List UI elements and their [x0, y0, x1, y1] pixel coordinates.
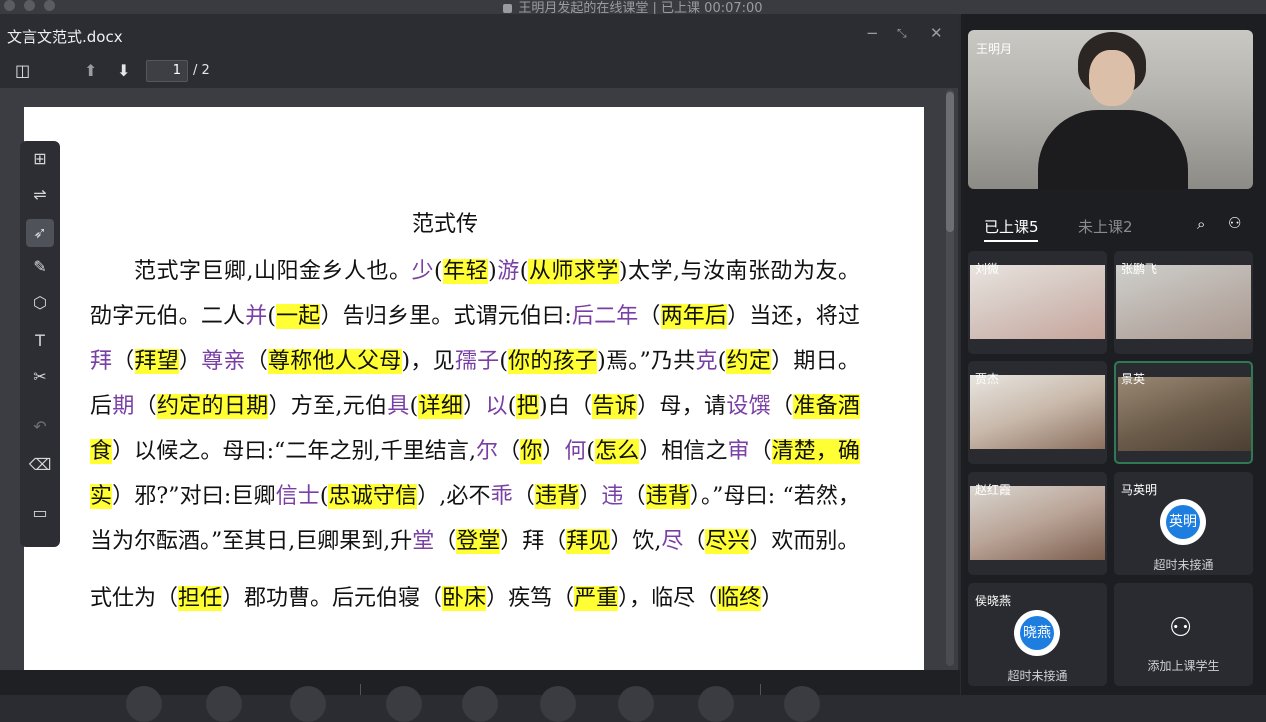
shapes-icon[interactable]: ⬡	[20, 287, 60, 319]
active-tab-indicator	[984, 240, 1038, 242]
student-name: 马英明	[1121, 483, 1158, 497]
student-tile[interactable]: 张鹏飞	[1114, 251, 1253, 354]
call-status: 超时未接通	[1153, 558, 1214, 572]
teacher-name: 王明月	[976, 42, 1013, 56]
control-button[interactable]	[618, 686, 654, 722]
teacher-face	[1089, 50, 1135, 106]
divider	[760, 684, 761, 695]
annotation-toolbar: ⊞ ⇌ ➶ ✎ ⬡ T ✂ ↶ ⌫ ▭	[20, 141, 60, 547]
undo-icon[interactable]: ↶	[20, 411, 60, 443]
student-tile[interactable]: 刘微	[968, 251, 1107, 354]
student-tile[interactable]: 赵红霞	[968, 472, 1107, 575]
student-name: 张鹏飞	[1121, 262, 1158, 276]
minimize-icon[interactable]: −	[866, 24, 879, 42]
split-icon[interactable]: ⇌	[20, 179, 60, 211]
divider	[360, 684, 361, 695]
document-text: 范式传 范式字巨卿,山阳金乡人也。少(年轻)游(从师求学)太学,与汝南张劭为友。…	[90, 201, 860, 621]
doc-page: 范式传 范式字巨卿,山阳金乡人也。少(年轻)游(从师求学)太学,与汝南张劭为友。…	[24, 107, 924, 670]
paragraph-2: 式仕为（担任）郡功曹。后元伯寝（卧床）疾笃（严重），临尽（临终）	[90, 586, 784, 611]
pointer-icon[interactable]: ➶	[26, 219, 54, 247]
control-button[interactable]	[206, 686, 242, 722]
close-icon[interactable]: ✕	[930, 24, 943, 42]
search-icon[interactable]: ⌕	[1197, 215, 1205, 233]
add-student-label: 添加上课学生	[1147, 659, 1220, 673]
control-button[interactable]	[784, 686, 820, 722]
document-viewer: 文言文范式.docx − ⤡ ✕ ◫ ⬆ ⬇ 1 / 2 范式传 范式字巨卿,山…	[0, 14, 958, 670]
call-button[interactable]: 英明	[1160, 499, 1206, 545]
student-tile-calling[interactable]: 马英明 英明 超时未接通	[1114, 472, 1253, 575]
next-page-icon[interactable]: ⬇	[117, 61, 130, 80]
control-button[interactable]	[462, 686, 498, 722]
student-name: 贾杰	[975, 372, 1000, 386]
tab-attended[interactable]: 已上课5	[984, 216, 1039, 237]
sidebar-toggle-icon[interactable]: ◫	[15, 61, 30, 80]
teacher-video[interactable]: 王明月	[968, 30, 1253, 189]
doc-canvas[interactable]: 范式传 范式字巨卿,山阳金乡人也。少(年轻)游(从师求学)太学,与汝南张劭为友。…	[0, 88, 958, 670]
phone-icon: 晓燕	[1020, 616, 1054, 650]
eraser-icon[interactable]: ⌫	[20, 449, 60, 481]
student-name: 刘微	[975, 262, 1000, 276]
control-button[interactable]	[386, 686, 422, 722]
scissors-icon[interactable]: ✂	[20, 361, 60, 393]
control-button[interactable]	[698, 686, 734, 722]
student-name: 景英	[1121, 372, 1146, 386]
text-icon[interactable]: T	[20, 325, 60, 357]
doc-toolbar: ◫ ⬆ ⬇ 1 / 2	[0, 54, 958, 88]
add-user-icon: ⚇	[1169, 613, 1193, 643]
page-total: / 2	[193, 63, 210, 78]
student-tile-speaking[interactable]: 景英	[1114, 361, 1253, 464]
control-button[interactable]	[540, 686, 576, 722]
phone-icon: 英明	[1166, 505, 1200, 539]
pen-icon[interactable]: ✎	[20, 251, 60, 283]
paragraph-1: 范式字巨卿,山阳金乡人也。少(年轻)游(从师求学)太学,与汝南张劭为友。劭字元伯…	[90, 259, 860, 554]
student-name: 侯晓燕	[975, 594, 1012, 608]
control-button[interactable]	[126, 686, 162, 722]
title-bar: 王明月发起的在线课堂 | 已上课 00:07:00	[0, 0, 1266, 16]
doc-title: 范式传	[411, 212, 478, 237]
student-tile-calling[interactable]: 侯晓燕 晓燕 超时未接通	[968, 583, 1107, 686]
student-name: 赵红霞	[975, 483, 1012, 497]
add-user-icon[interactable]: ⚇	[1228, 214, 1241, 232]
doc-filename: 文言文范式.docx	[7, 28, 123, 46]
doc-header: 文言文范式.docx − ⤡ ✕	[0, 14, 958, 54]
add-comment-icon[interactable]: ⊞	[20, 143, 60, 175]
tab-absent[interactable]: 未上课2	[1078, 216, 1133, 237]
scrollbar-thumb[interactable]	[946, 92, 954, 232]
student-tile[interactable]: 贾杰	[968, 361, 1107, 464]
teacher-body	[1038, 110, 1188, 189]
restore-icon[interactable]: ⤡	[897, 26, 907, 41]
page-number-input[interactable]: 1	[146, 60, 188, 82]
prev-page-icon[interactable]: ⬆	[84, 61, 97, 80]
call-status: 超时未接通	[1007, 669, 1068, 683]
add-student-tile[interactable]: ⚇ 添加上课学生	[1114, 583, 1253, 686]
call-button[interactable]: 晓燕	[1014, 610, 1060, 656]
student-video	[1118, 377, 1251, 451]
control-button[interactable]	[290, 686, 326, 722]
toolbox-icon[interactable]: ▭	[20, 497, 60, 529]
lock-icon	[503, 4, 513, 13]
